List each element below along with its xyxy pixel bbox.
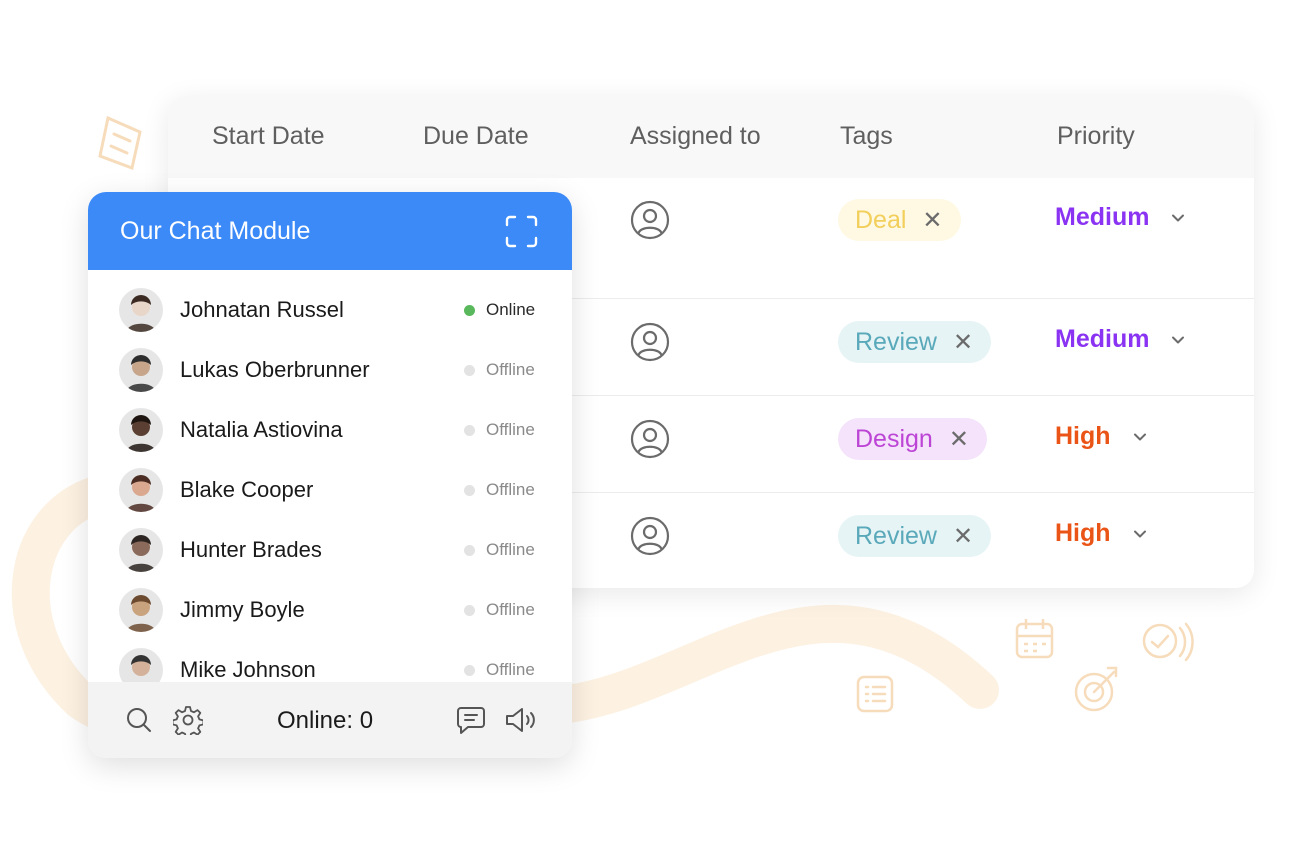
contact-name: Johnatan Russel [180,297,344,322]
tag-chip[interactable]: Design ✕ [838,418,987,460]
chat-footer: Online: 0 [88,682,572,758]
contact-name: Jimmy Boyle [180,597,305,622]
status-indicator: Offline [464,660,535,680]
status-indicator: Offline [464,540,535,560]
close-icon[interactable]: ✕ [949,425,969,454]
avatar [119,588,163,632]
contact-item[interactable]: Johnatan Russel Online [88,280,572,340]
notes-deco-icon [98,115,142,171]
status-label: Offline [486,660,535,679]
user-circle-icon[interactable] [630,322,670,362]
expand-icon[interactable] [505,215,538,248]
column-header-start-date[interactable]: Start Date [212,122,325,151]
online-count: Online: 0 [277,707,374,734]
chat-title: Our Chat Module [120,217,311,245]
contact-item[interactable]: Blake Cooper Offline [88,460,572,520]
avatar [119,288,163,332]
contact-name: Natalia Astiovina [180,417,343,442]
status-dot [464,664,475,676]
status-dot [464,364,475,376]
close-icon[interactable]: ✕ [953,328,973,357]
status-label: Offline [486,540,535,559]
status-indicator: Offline [464,480,535,500]
tag-label: Review [855,327,937,356]
priority-select[interactable]: Medium [1055,325,1185,354]
avatar [119,528,163,572]
target-deco-icon [1074,666,1118,712]
contact-item[interactable]: Mike Johnson Offline [88,640,572,682]
column-header-tags[interactable]: Tags [840,122,893,151]
contact-name: Mike Johnson [180,657,316,682]
user-circle-icon[interactable] [630,516,670,556]
close-icon[interactable]: ✕ [953,522,973,551]
tag-chip[interactable]: Review ✕ [838,515,992,557]
avatar [119,348,163,392]
contact-item[interactable]: Lukas Oberbrunner Offline [88,340,572,400]
chat-header: Our Chat Module [88,192,572,270]
calendar-deco-icon [1015,619,1054,659]
status-dot [464,424,475,436]
status-dot [464,304,475,316]
status-label: Offline [486,360,535,379]
gear-icon[interactable] [173,705,203,735]
priority-select[interactable]: High [1055,422,1147,451]
status-label: Online [486,300,536,319]
chevron-down-icon [1172,214,1185,221]
user-circle-icon[interactable] [630,200,670,240]
tag-label: Deal [855,205,907,234]
table-header: Start Date Due Date Assigned to Tags Pri… [168,96,1254,178]
status-indicator: Online [464,300,535,320]
status-indicator: Offline [464,420,535,440]
tag-chip[interactable]: Deal ✕ [838,199,961,241]
column-header-assigned-to[interactable]: Assigned to [630,122,761,151]
contact-item[interactable]: Jimmy Boyle Offline [88,580,572,640]
contact-item[interactable]: Natalia Astiovina Offline [88,400,572,460]
tag-label: Design [855,424,933,453]
status-dot [464,604,475,616]
chevron-down-icon [1172,336,1185,343]
speaker-icon[interactable] [504,705,540,735]
contact-name: Lukas Oberbrunner [180,357,370,382]
column-header-due-date[interactable]: Due Date [423,122,529,151]
status-dot [464,544,475,556]
avatar [119,648,163,682]
status-label: Offline [486,480,535,499]
priority-label: Medium [1055,203,1150,231]
status-indicator: Offline [464,360,535,380]
contact-name: Hunter Brades [180,537,322,562]
status-label: Offline [486,420,535,439]
status-label: Offline [486,600,535,619]
contact-name: Blake Cooper [180,477,314,502]
tag-chip[interactable]: Review ✕ [838,321,992,363]
contact-list: Johnatan Russel Online Lukas Oberbrunner… [88,270,572,682]
priority-label: Medium [1055,325,1150,353]
priority-label: High [1055,519,1111,547]
avatar [119,408,163,452]
chat-module: Our Chat Module Johnatan Russel Online L… [88,192,572,758]
tag-label: Review [855,521,937,550]
priority-label: High [1055,422,1111,450]
list-deco-icon [856,675,894,713]
search-icon[interactable] [124,705,154,735]
priority-select[interactable]: High [1055,519,1147,548]
speed-deco-icon [1142,622,1194,662]
status-dot [464,484,475,496]
column-header-priority[interactable]: Priority [1057,122,1135,151]
contact-item[interactable]: Hunter Brades Offline [88,520,572,580]
chevron-down-icon [1133,433,1146,440]
status-indicator: Offline [464,600,535,620]
avatar [119,468,163,512]
user-circle-icon[interactable] [630,419,670,459]
priority-select[interactable]: Medium [1055,203,1185,232]
close-icon[interactable]: ✕ [922,206,942,235]
chevron-down-icon [1133,530,1146,537]
chat-icon[interactable] [456,705,486,735]
